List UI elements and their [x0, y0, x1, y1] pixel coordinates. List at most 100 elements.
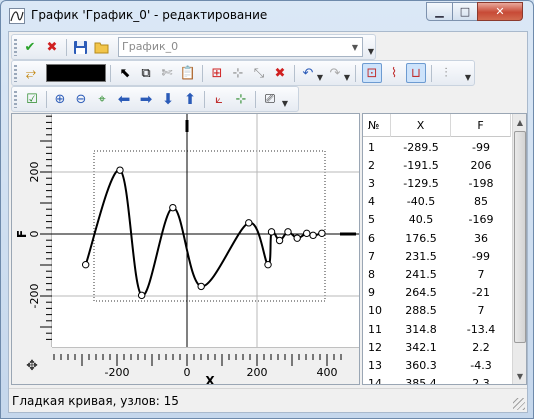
- grid-button[interactable]: ⊹: [231, 89, 251, 109]
- graph-name-combo[interactable]: График_0 ▼: [118, 37, 363, 57]
- cell-f[interactable]: -99: [451, 138, 511, 156]
- cell-x[interactable]: -289.5: [391, 138, 451, 156]
- fit-view-button[interactable]: ☑: [22, 89, 42, 109]
- zoom-in-button[interactable]: ⊕: [50, 89, 70, 109]
- table-row[interactable]: 11 314.8 -13.4: [363, 320, 511, 338]
- export-image-button[interactable]: ⎚: [260, 89, 280, 109]
- save-button[interactable]: [70, 37, 90, 57]
- curve-node[interactable]: [293, 234, 301, 242]
- curve-node[interactable]: [275, 236, 284, 245]
- insert-point-button[interactable]: ⊹: [228, 63, 248, 83]
- axes-button[interactable]: ⟀: [209, 89, 229, 109]
- cell-number[interactable]: 8: [363, 265, 391, 283]
- cell-x[interactable]: 288.5: [391, 302, 451, 320]
- cell-f[interactable]: -198: [451, 174, 511, 192]
- cell-x[interactable]: 314.8: [391, 320, 451, 338]
- cell-f[interactable]: 7: [451, 302, 511, 320]
- delete-point-button[interactable]: ✖: [270, 63, 290, 83]
- line-color-swatch[interactable]: [46, 64, 106, 82]
- close-button[interactable]: ✕: [477, 2, 523, 21]
- cell-f[interactable]: -4.3: [451, 356, 511, 374]
- cell-f[interactable]: 2.3: [451, 375, 511, 384]
- cell-number[interactable]: 6: [363, 229, 391, 247]
- cell-number[interactable]: 9: [363, 284, 391, 302]
- table-row[interactable]: 13 360.3 -4.3: [363, 356, 511, 374]
- minimize-button[interactable]: ▁: [426, 2, 453, 21]
- cell-x[interactable]: 264.5: [391, 284, 451, 302]
- toolbar-overflow-chevron[interactable]: ▼: [367, 39, 375, 56]
- cell-f[interactable]: 2.2: [451, 338, 511, 356]
- toolbar-grip[interactable]: [14, 91, 17, 108]
- cell-f[interactable]: -169: [451, 211, 511, 229]
- cancel-button[interactable]: ✖: [42, 37, 62, 57]
- col-header-number[interactable]: №: [363, 114, 391, 137]
- table-row[interactable]: 3 -129.5 -198: [363, 174, 511, 192]
- table-row[interactable]: 8 241.5 7: [363, 265, 511, 283]
- snap-grid-toggle[interactable]: ⊡: [362, 63, 382, 83]
- cell-number[interactable]: 1: [363, 138, 391, 156]
- resize-grip[interactable]: [513, 398, 525, 410]
- table-row[interactable]: 2 -191.5 206: [363, 156, 511, 174]
- open-button[interactable]: [92, 37, 112, 57]
- export-dropdown[interactable]: ▼: [281, 91, 289, 108]
- cell-x[interactable]: 342.1: [391, 338, 451, 356]
- curve-node[interactable]: [284, 228, 292, 236]
- table-scrollbar[interactable]: ▲ ▼: [512, 114, 526, 384]
- cell-f[interactable]: 85: [451, 193, 511, 211]
- toolbar-grip[interactable]: [14, 65, 17, 82]
- pan-down-button[interactable]: ⬇: [158, 89, 178, 109]
- cell-x[interactable]: 385.4: [391, 375, 451, 384]
- cell-f[interactable]: 7: [451, 265, 511, 283]
- cell-f[interactable]: -13.4: [451, 320, 511, 338]
- cell-number[interactable]: 11: [363, 320, 391, 338]
- table-row[interactable]: 4 -40.5 85: [363, 193, 511, 211]
- curve-node[interactable]: [245, 219, 253, 227]
- pan-left-button[interactable]: ⬅: [114, 89, 134, 109]
- cell-number[interactable]: 10: [363, 302, 391, 320]
- cell-number[interactable]: 3: [363, 174, 391, 192]
- zoom-fit-button[interactable]: ⌖: [92, 89, 112, 109]
- col-header-f[interactable]: F: [451, 114, 511, 137]
- undo-button[interactable]: ↶: [298, 63, 318, 83]
- curve-node[interactable]: [318, 229, 326, 237]
- pan-right-button[interactable]: ➡: [136, 89, 156, 109]
- table-row[interactable]: 7 231.5 -99: [363, 247, 511, 265]
- cell-f[interactable]: -99: [451, 247, 511, 265]
- curve-node[interactable]: [264, 260, 272, 269]
- title-bar[interactable]: График 'График_0' - редактирование ▁ □ ✕: [1, 1, 533, 31]
- cell-f[interactable]: 206: [451, 156, 511, 174]
- cell-x[interactable]: 360.3: [391, 356, 451, 374]
- curve-node[interactable]: [197, 282, 205, 291]
- scroll-thumb[interactable]: [514, 131, 526, 343]
- cell-x[interactable]: 241.5: [391, 265, 451, 283]
- cell-x[interactable]: -191.5: [391, 156, 451, 174]
- col-header-x[interactable]: X: [391, 114, 451, 137]
- curve-node[interactable]: [309, 231, 317, 240]
- redo-dropdown[interactable]: ▼: [343, 65, 351, 82]
- chevron-down-icon[interactable]: ▼: [348, 38, 362, 56]
- cell-x[interactable]: 231.5: [391, 247, 451, 265]
- curve-node[interactable]: [267, 228, 276, 236]
- copy-button[interactable]: ⧉: [136, 63, 156, 83]
- cell-number[interactable]: 13: [363, 356, 391, 374]
- paste-button[interactable]: 📋: [178, 63, 198, 83]
- maximize-button[interactable]: □: [452, 2, 478, 21]
- cell-f[interactable]: 36: [451, 229, 511, 247]
- cell-x[interactable]: -129.5: [391, 174, 451, 192]
- toolbar-grip[interactable]: [14, 39, 17, 56]
- cell-number[interactable]: 12: [363, 338, 391, 356]
- scroll-up-button[interactable]: ▲: [513, 114, 526, 130]
- zoom-out-button[interactable]: ⊖: [71, 89, 91, 109]
- curve-node[interactable]: [137, 291, 146, 300]
- select-tool-button[interactable]: ⬉: [115, 63, 135, 83]
- plot-canvas[interactable]: -200 0 200 400 200 0 -200 X F: [12, 114, 359, 384]
- cell-number[interactable]: 5: [363, 211, 391, 229]
- cell-x[interactable]: -40.5: [391, 193, 451, 211]
- table-row[interactable]: 5 40.5 -169: [363, 211, 511, 229]
- add-point-button[interactable]: ⊞: [207, 63, 227, 83]
- table-row[interactable]: 10 288.5 7: [363, 302, 511, 320]
- cell-x[interactable]: 40.5: [391, 211, 451, 229]
- pan-up-button[interactable]: ⬆: [180, 89, 200, 109]
- cell-number[interactable]: 14: [363, 375, 391, 384]
- curve-node[interactable]: [169, 203, 177, 212]
